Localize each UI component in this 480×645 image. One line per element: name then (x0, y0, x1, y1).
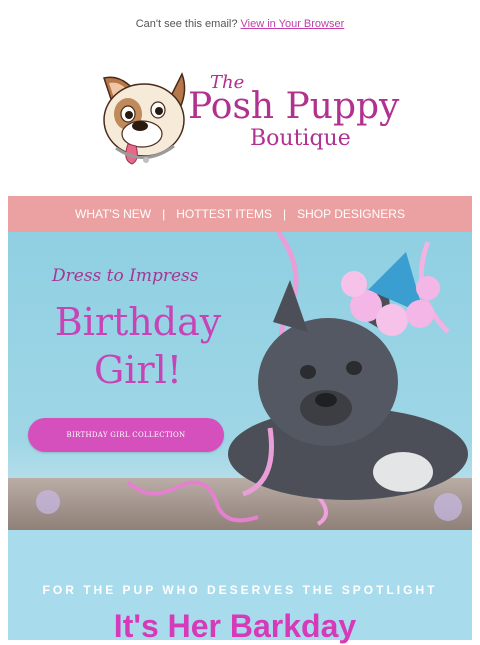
hero-title: Birthday Girl! (38, 298, 238, 394)
promo-section: FOR THE PUP WHO DESERVES THE SPOTLIGHT I… (8, 530, 472, 644)
promo-headline: It's Her Barkday (113, 608, 357, 644)
main-nav: WHAT'S NEW | HOTTEST ITEMS | SHOP DESIGN… (8, 196, 472, 232)
puppy-mascot-icon (103, 72, 186, 165)
hero-title-line1: Birthday (54, 300, 222, 344)
nav-whats-new[interactable]: WHAT'S NEW (64, 207, 162, 221)
view-in-browser-link[interactable]: View in Your Browser (241, 18, 345, 30)
preheader: Can't see this email? View in Your Brows… (0, 18, 480, 30)
preheader-text: Can't see this email? (135, 18, 238, 30)
promo-eyebrow: FOR THE PUP WHO DESERVES THE SPOTLIGHT (42, 583, 438, 597)
nav-hottest-items[interactable]: HOTTEST ITEMS (165, 207, 283, 221)
birthday-collection-button[interactable]: BIRTHDAY GIRL COLLECTION (28, 418, 224, 452)
hero-tagline: Dress to Impress (52, 266, 199, 286)
logo-name: Posh Puppy (188, 86, 400, 127)
brand-logo[interactable]: The Posh Puppy Boutique (98, 68, 399, 172)
logo-subtitle: Boutique (250, 126, 351, 151)
hero-title-line2: Girl! (93, 348, 183, 392)
hero-banner[interactable]: Dress to Impress Birthday Girl! BIRTHDAY… (8, 232, 472, 530)
nav-shop-designers[interactable]: SHOP DESIGNERS (286, 207, 416, 221)
